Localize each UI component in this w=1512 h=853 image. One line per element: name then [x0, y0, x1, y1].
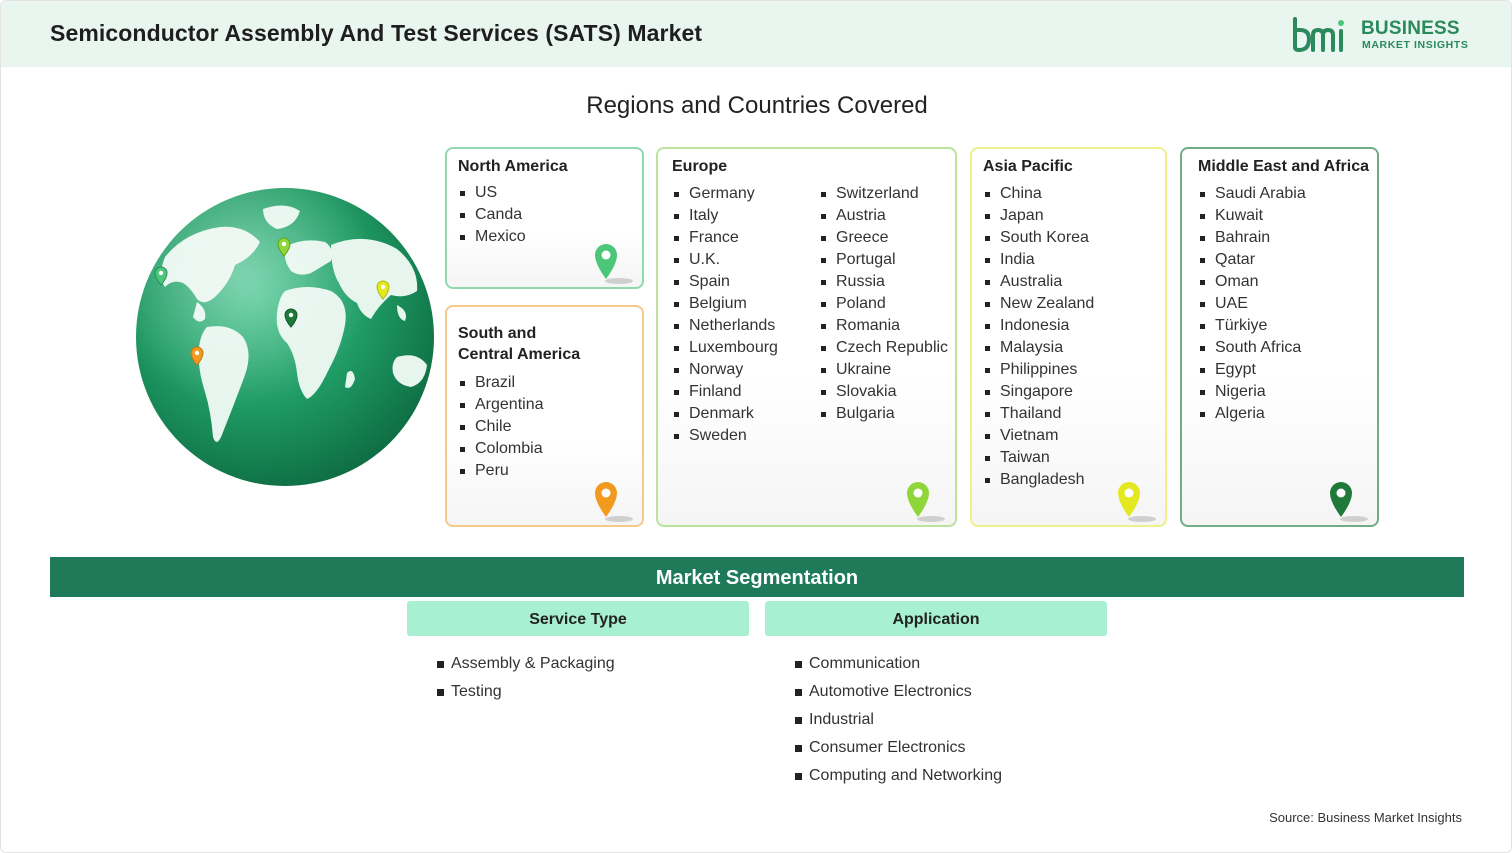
list-item: Belgium [672, 293, 778, 315]
list-item: Norway [672, 359, 778, 381]
globe-icon [136, 188, 434, 486]
list-item: Nigeria [1198, 381, 1306, 403]
segment-header-application: Application [765, 601, 1107, 636]
list-item: Slovakia [819, 381, 948, 403]
country-list-mea: Saudi Arabia Kuwait Bahrain Qatar Oman U… [1198, 183, 1306, 425]
list-item: U.K. [672, 249, 778, 271]
list-item: Vietnam [983, 425, 1094, 447]
map-pin-icon [1118, 482, 1156, 522]
list-item: Oman [1198, 271, 1306, 293]
list-item: Denmark [672, 403, 778, 425]
list-item: Germany [672, 183, 778, 205]
list-item: Portugal [819, 249, 948, 271]
list-item: China [983, 183, 1094, 205]
region-card-north-america: North America US Canda Mexico [445, 147, 644, 289]
list-item: Poland [819, 293, 948, 315]
list-item: Industrial [795, 706, 1002, 734]
country-list-europe-col2: Switzerland Austria Greece Portugal Russ… [819, 183, 948, 425]
list-item: Argentina [458, 394, 544, 416]
segmentation-banner: Market Segmentation [50, 557, 1464, 597]
list-item: Singapore [983, 381, 1094, 403]
list-item: Bulgaria [819, 403, 948, 425]
list-item: Assembly & Packaging [437, 650, 615, 678]
logo-text-business: BUSINESS [1361, 18, 1460, 39]
logo-text-market-insights: MARKET INSIGHTS [1362, 39, 1469, 51]
list-item: Romania [819, 315, 948, 337]
list-item: Netherlands [672, 315, 778, 337]
list-item: Ukraine [819, 359, 948, 381]
list-item: Spain [672, 271, 778, 293]
segment-list-application: Communication Automotive Electronics Ind… [795, 650, 1002, 790]
list-item: US [458, 182, 526, 204]
region-title-mea: Middle East and Africa [1198, 158, 1369, 175]
list-item: Egypt [1198, 359, 1306, 381]
segment-header-service-type: Service Type [407, 601, 749, 636]
list-item: Taiwan [983, 447, 1094, 469]
infographic-frame: Semiconductor Assembly And Test Services… [0, 0, 1512, 853]
list-item: Testing [437, 678, 615, 706]
list-item: South Korea [983, 227, 1094, 249]
list-item: Chile [458, 416, 544, 438]
region-card-asia-pacific: Asia Pacific China Japan South Korea Ind… [970, 147, 1167, 527]
list-item: Finland [672, 381, 778, 403]
region-title-north-america: North America [458, 158, 568, 175]
list-item: Philippines [983, 359, 1094, 381]
list-item: Switzerland [819, 183, 948, 205]
list-item: New Zealand [983, 293, 1094, 315]
list-item: Australia [983, 271, 1094, 293]
brand-logo: BUSINESS MARKET INSIGHTS [1291, 17, 1471, 53]
list-item: Türkiye [1198, 315, 1306, 337]
list-item: UAE [1198, 293, 1306, 315]
list-item: Austria [819, 205, 948, 227]
country-list-south-america: Brazil Argentina Chile Colombia Peru [458, 372, 544, 482]
region-title-south-america: South and Central America [458, 325, 581, 363]
map-pin-icon [1330, 482, 1368, 522]
list-item: Kuwait [1198, 205, 1306, 227]
country-list-asia-pacific: China Japan South Korea India Australia … [983, 183, 1094, 491]
list-item: Saudi Arabia [1198, 183, 1306, 205]
region-title-europe: Europe [672, 158, 728, 175]
header-bar: Semiconductor Assembly And Test Services… [1, 1, 1511, 67]
list-item: Greece [819, 227, 948, 249]
list-item: Algeria [1198, 403, 1306, 425]
list-item: Mexico [458, 226, 526, 248]
region-card-mea: Middle East and Africa Saudi Arabia Kuwa… [1180, 147, 1379, 527]
list-item: Italy [672, 205, 778, 227]
list-item: Luxembourg [672, 337, 778, 359]
list-item: South Africa [1198, 337, 1306, 359]
map-pin-icon [907, 482, 945, 522]
bmi-logo-icon [1293, 17, 1344, 53]
country-list-europe-col1: Germany Italy France U.K. Spain Belgium … [672, 183, 778, 447]
list-item: Peru [458, 460, 544, 482]
list-item: Bahrain [1198, 227, 1306, 249]
list-item: Qatar [1198, 249, 1306, 271]
page-title: Semiconductor Assembly And Test Services… [50, 20, 703, 46]
regions-title: Regions and Countries Covered [586, 92, 928, 119]
source-note: Source: Business Market Insights [1269, 810, 1462, 825]
list-item: Czech Republic [819, 337, 948, 359]
list-item: Automotive Electronics [795, 678, 1002, 706]
list-item: Sweden [672, 425, 778, 447]
list-item: India [983, 249, 1094, 271]
region-title-asia-pacific: Asia Pacific [983, 158, 1073, 175]
list-item: Bangladesh [983, 469, 1094, 491]
list-item: Communication [795, 650, 1002, 678]
list-item: France [672, 227, 778, 249]
list-item: Computing and Networking [795, 762, 1002, 790]
list-item: Malaysia [983, 337, 1094, 359]
list-item: Consumer Electronics [795, 734, 1002, 762]
region-card-europe: Europe Germany Italy France U.K. Spain B… [656, 147, 957, 527]
map-pin-icon [595, 482, 633, 522]
list-item: Japan [983, 205, 1094, 227]
list-item: Canda [458, 204, 526, 226]
list-item: Thailand [983, 403, 1094, 425]
list-item: Colombia [458, 438, 544, 460]
segment-list-service-type: Assembly & Packaging Testing [437, 650, 615, 706]
list-item: Indonesia [983, 315, 1094, 337]
country-list-north-america: US Canda Mexico [458, 182, 526, 248]
list-item: Brazil [458, 372, 544, 394]
list-item: Russia [819, 271, 948, 293]
region-card-south-america: South and Central America Brazil Argenti… [445, 305, 644, 527]
map-pin-icon [595, 244, 633, 284]
